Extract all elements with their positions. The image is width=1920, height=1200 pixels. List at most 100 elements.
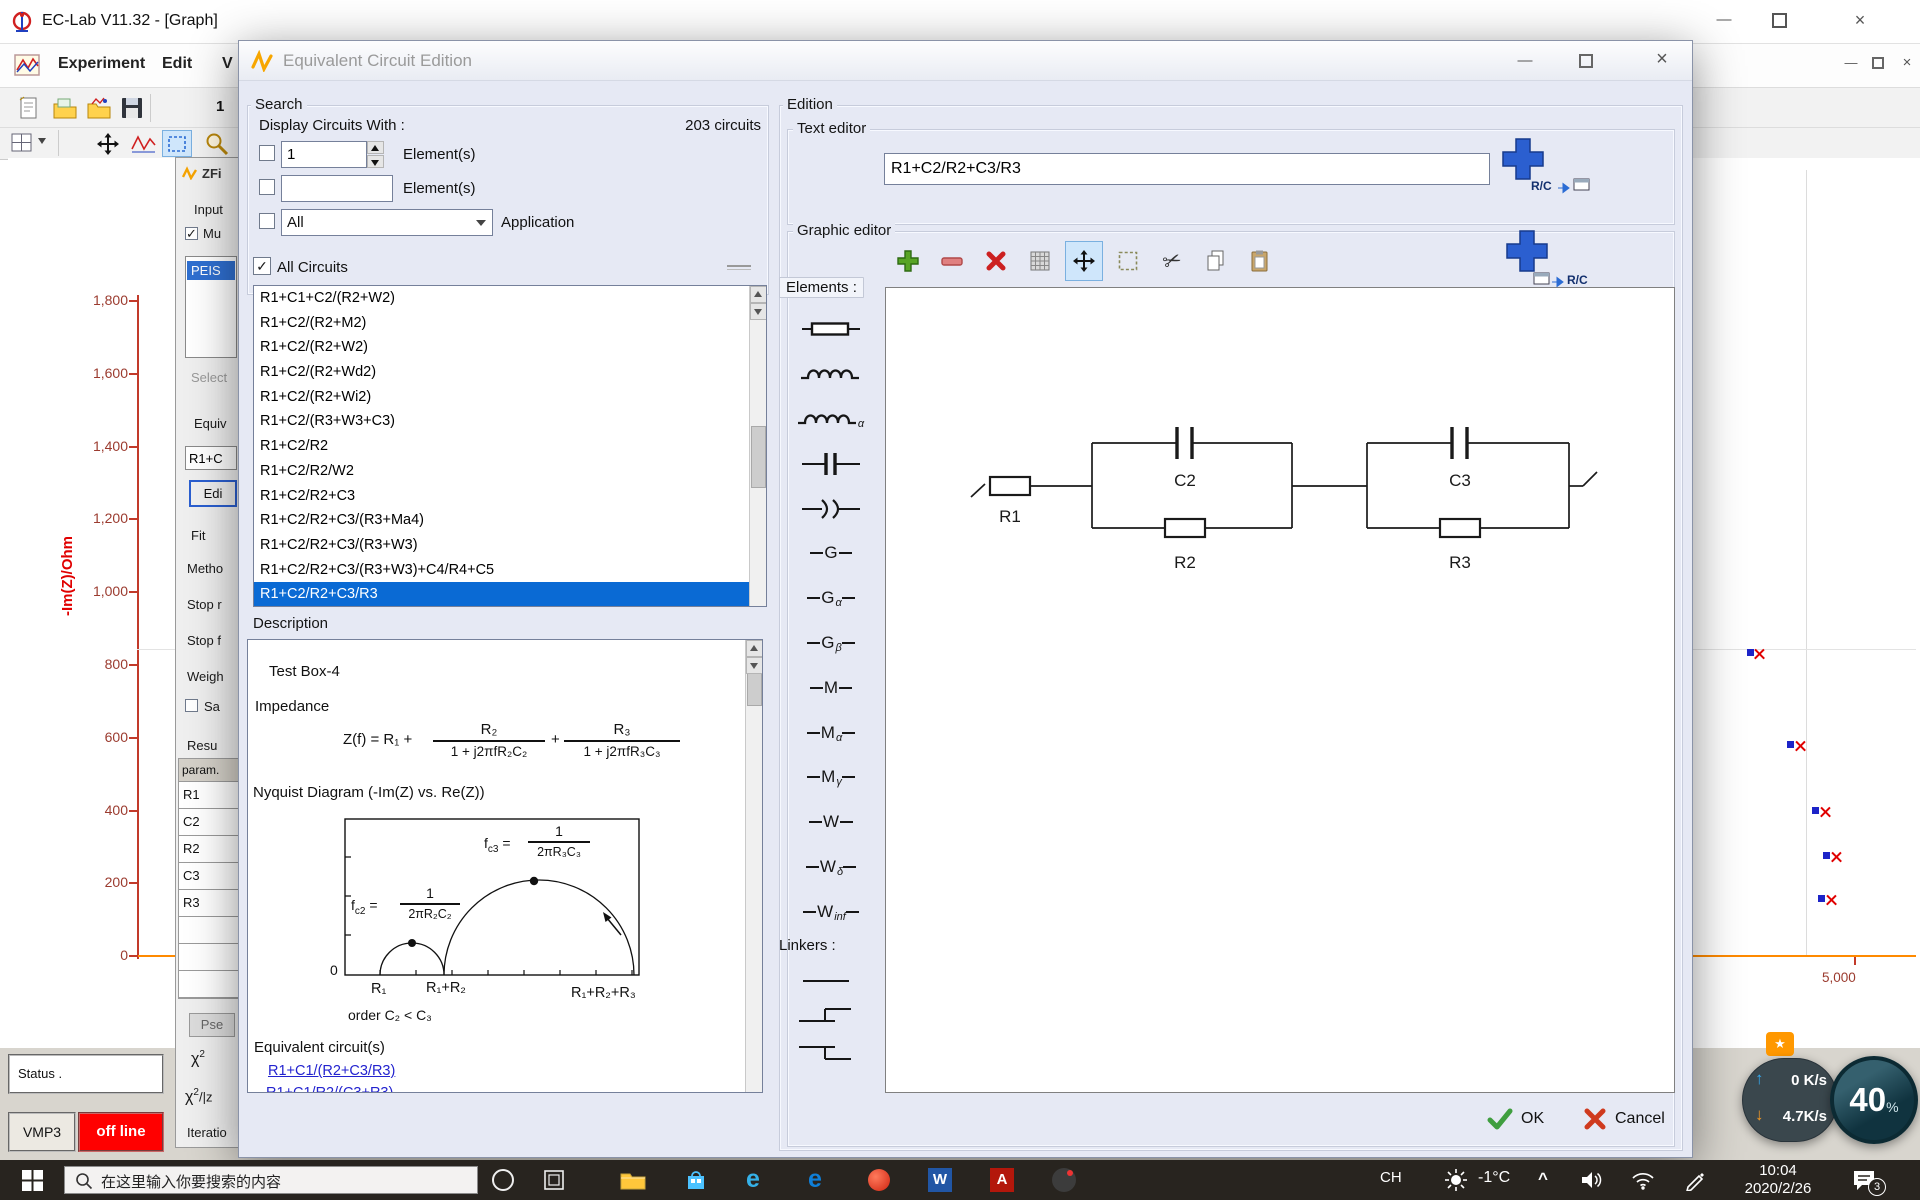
clock-time[interactable]: 10:04 bbox=[1740, 1162, 1816, 1179]
scroll-up-icon[interactable] bbox=[750, 286, 767, 303]
menu-experiment[interactable]: Experiment bbox=[58, 55, 145, 73]
file-explorer-icon[interactable] bbox=[620, 1170, 646, 1193]
circuit-list-scrollbar[interactable] bbox=[749, 286, 766, 606]
main-maximize-button[interactable] bbox=[1772, 13, 1787, 28]
graphic-canvas[interactable]: R1 C2 R2 C3 R3 bbox=[885, 287, 1675, 1093]
move-tool-button-selected[interactable] bbox=[1065, 241, 1103, 281]
grid-dropdown-arrow-icon[interactable] bbox=[38, 138, 46, 144]
pan-move-icon[interactable] bbox=[96, 132, 120, 159]
application-checkbox[interactable] bbox=[259, 213, 275, 229]
element-conductance-icon[interactable]: G bbox=[783, 531, 879, 576]
mdi-close-icon[interactable]: × bbox=[1894, 49, 1920, 77]
param-row[interactable] bbox=[179, 944, 238, 971]
task-view-icon[interactable] bbox=[544, 1170, 564, 1193]
circuit-list-item[interactable]: R1+C2/(R2+W2) bbox=[254, 335, 750, 360]
param-row[interactable]: R2 bbox=[179, 836, 238, 863]
element-restricted-diffusion-alpha-icon[interactable]: Mα bbox=[783, 710, 879, 755]
volume-icon[interactable] bbox=[1580, 1170, 1604, 1193]
browser-360-icon[interactable] bbox=[868, 1169, 890, 1191]
element-cpe-icon[interactable] bbox=[783, 486, 879, 531]
circuit-list-item[interactable]: R1+C2/R2+C3/(R3+Ma4) bbox=[254, 508, 750, 533]
show-hidden-icons-chevron[interactable]: ^ bbox=[1538, 1169, 1548, 1189]
cancel-button[interactable]: Cancel bbox=[1583, 1107, 1665, 1131]
brightness-icon[interactable] bbox=[1444, 1168, 1468, 1195]
zoom-select-tool-selected[interactable] bbox=[162, 130, 192, 157]
layout-grid-icon[interactable] bbox=[10, 132, 34, 157]
pen-icon[interactable] bbox=[1684, 1169, 1706, 1194]
temperature-indicator[interactable]: -1°C bbox=[1478, 1169, 1510, 1187]
param-row[interactable]: R3 bbox=[179, 890, 238, 917]
ok-button[interactable]: OK bbox=[1487, 1107, 1544, 1131]
save-icon[interactable] bbox=[120, 96, 144, 123]
equivalent-circuit-link[interactable]: R1+C1/(R2+C3/R3) bbox=[268, 1063, 395, 1079]
element-count-input-1[interactable] bbox=[281, 141, 367, 168]
circuit-list-item[interactable]: R1+C2/R2+C3/R3 bbox=[254, 582, 750, 607]
network-speed-widget[interactable]: ↑ 0 K/s ↓ 4.7K/s bbox=[1742, 1058, 1838, 1142]
start-button[interactable] bbox=[22, 1170, 43, 1194]
remove-element-button[interactable] bbox=[933, 241, 971, 281]
internet-explorer-icon[interactable]: e bbox=[746, 1165, 760, 1194]
add-element-button[interactable] bbox=[889, 241, 927, 281]
dialog-minimize-button[interactable]: — bbox=[1503, 47, 1547, 75]
element-warburg-inf-icon[interactable]: Winf bbox=[783, 889, 879, 934]
copy-button[interactable] bbox=[1197, 241, 1235, 281]
element-restricted-diffusion-gamma-icon[interactable]: Mγ bbox=[783, 755, 879, 800]
linker-straight[interactable] bbox=[795, 969, 857, 996]
param-row[interactable]: C3 bbox=[179, 863, 238, 890]
circuit-list-item[interactable]: R1+C2/(R2+Wi2) bbox=[254, 385, 750, 410]
magnifier-icon[interactable] bbox=[204, 131, 230, 160]
element-count-checkbox-2[interactable] bbox=[259, 179, 275, 195]
element-conductance-beta-icon[interactable]: Gβ bbox=[783, 621, 879, 666]
equivalent-circuit-link[interactable]: R1+C1/R2/(C3+R3) bbox=[266, 1085, 393, 1093]
edge-icon[interactable]: e bbox=[808, 1165, 822, 1194]
element-count-input-2[interactable] bbox=[281, 175, 393, 202]
scroll-down-icon[interactable] bbox=[750, 303, 767, 320]
circuit-list-item[interactable]: R1+C2/R2/W2 bbox=[254, 459, 750, 484]
edit-button[interactable]: Edi bbox=[189, 480, 237, 507]
circuit-list-item[interactable]: R1+C1+C2/(R2+W2) bbox=[254, 286, 750, 311]
element-warburg-icon[interactable]: W bbox=[783, 800, 879, 845]
linker-branch-down[interactable] bbox=[795, 1037, 857, 1070]
linker-branch-up[interactable] bbox=[795, 1001, 857, 1034]
technique-item-selected[interactable]: PEIS bbox=[187, 261, 235, 280]
circuit-list-item[interactable]: R1+C2/R2 bbox=[254, 434, 750, 459]
store-icon[interactable] bbox=[684, 1168, 708, 1195]
circuit-list-item[interactable]: R1+C2/(R2+M2) bbox=[254, 311, 750, 336]
waveform-tool-icon[interactable] bbox=[130, 133, 156, 158]
element-inductor-alpha-icon[interactable]: α bbox=[783, 397, 879, 442]
open-graph-icon[interactable] bbox=[86, 96, 112, 123]
dialog-title-bar[interactable]: Equivalent Circuit Edition — × bbox=[239, 41, 1692, 81]
mdi-restore-icon[interactable] bbox=[1872, 57, 1884, 69]
circuit-list-item[interactable]: R1+C2/(R2+Wd2) bbox=[254, 360, 750, 385]
main-minimize-button[interactable]: — bbox=[1700, 6, 1748, 34]
description-scrollbar[interactable] bbox=[745, 640, 762, 1092]
mdi-minimize-icon[interactable]: — bbox=[1838, 49, 1864, 77]
scroll-up-icon[interactable] bbox=[746, 640, 763, 657]
dialog-close-button[interactable]: × bbox=[1639, 45, 1685, 73]
element-conductance-alpha-icon[interactable]: Gα bbox=[783, 576, 879, 621]
main-close-button[interactable]: × bbox=[1836, 6, 1884, 34]
select-tool-button[interactable] bbox=[1109, 241, 1147, 281]
menu-edit[interactable]: Edit bbox=[162, 55, 192, 73]
word-icon[interactable]: W bbox=[928, 1168, 952, 1192]
dialog-maximize-button[interactable] bbox=[1579, 54, 1593, 68]
spinner-down-icon[interactable] bbox=[367, 155, 384, 168]
mu-checkbox[interactable]: ✓ bbox=[185, 227, 198, 240]
element-capacitor-icon[interactable] bbox=[783, 441, 879, 486]
language-indicator[interactable]: CH bbox=[1380, 1169, 1402, 1186]
circuit-list-item[interactable]: R1+C2/R2+C3/(R3+W3)+C4/R4+C5 bbox=[254, 558, 750, 583]
scroll-down-icon[interactable] bbox=[746, 657, 763, 674]
param-row[interactable] bbox=[179, 971, 238, 998]
new-document-icon[interactable] bbox=[18, 96, 40, 123]
equivalent-circuit-field[interactable] bbox=[185, 446, 237, 470]
param-row[interactable] bbox=[179, 917, 238, 944]
circuit-list-item[interactable]: R1+C2/R2+C3/(R3+W3) bbox=[254, 533, 750, 558]
all-circuits-checkbox[interactable]: ✓ bbox=[253, 257, 271, 275]
spinner-up-icon[interactable] bbox=[367, 141, 384, 154]
cortana-icon[interactable] bbox=[492, 1169, 514, 1191]
element-warburg-delta-icon[interactable]: Wδ bbox=[783, 845, 879, 890]
application-select[interactable]: All bbox=[281, 209, 493, 236]
pseudo-button[interactable]: Pse bbox=[189, 1013, 235, 1037]
scrollbar-thumb[interactable] bbox=[751, 426, 766, 488]
element-restricted-diffusion-icon[interactable]: M bbox=[783, 665, 879, 710]
